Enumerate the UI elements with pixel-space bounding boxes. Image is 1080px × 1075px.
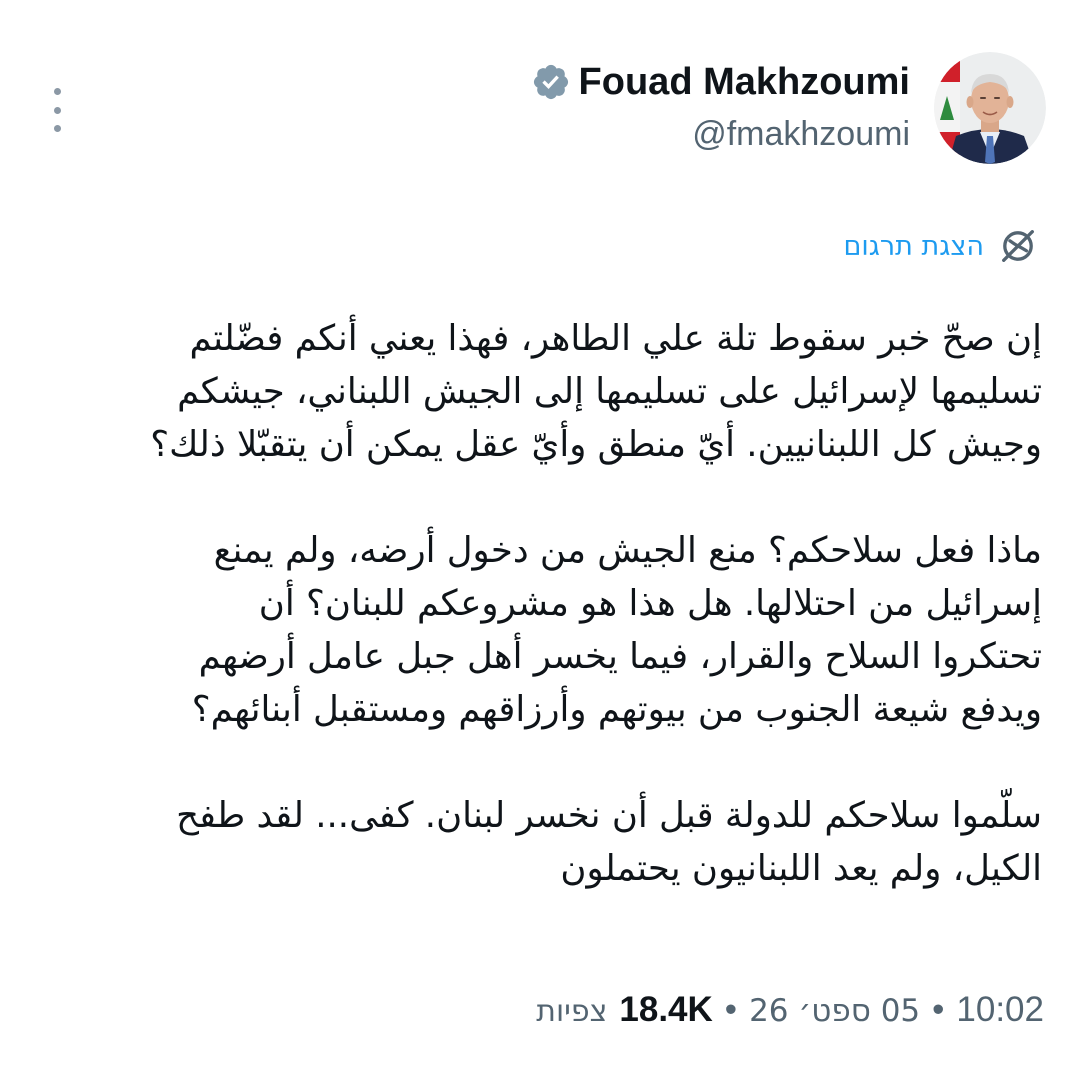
author-names: Fouad Makhzoumi @fmakhzoumi — [531, 60, 910, 155]
meta-separator: • — [932, 990, 945, 1029]
avatar-image — [934, 52, 1046, 164]
translate-globe-icon — [1002, 230, 1034, 262]
tweet-metadata: צפיות 18.4K • 05 ספט׳ 26 • 10:02 — [536, 990, 1044, 1030]
avatar[interactable] — [934, 52, 1046, 164]
tweet-paragraph: سلّموا سلاحكم للدولة قبل أن نخسر لبنان. … — [176, 795, 1042, 889]
verified-badge-icon — [533, 65, 568, 100]
show-translation-button[interactable]: הצגת תרגום — [844, 224, 1041, 268]
tweet-paragraph: إن صحّ خبر سقوط تلة علي الطاهر، فهذا يعن… — [150, 318, 1042, 465]
author-display-name: Fouad Makhzoumi — [578, 60, 910, 103]
author-name-row[interactable]: Fouad Makhzoumi — [531, 60, 910, 104]
author-header: Fouad Makhzoumi @fmakhzoumi — [531, 52, 1046, 164]
views-label: צפיות — [536, 994, 608, 1029]
show-translation-label: הצגת תרגום — [843, 230, 985, 262]
tweet-paragraph: ماذا فعل سلاحكم؟ منع الجيش من دخول أرضه،… — [191, 530, 1042, 730]
tweet-text: إن صحّ خبر سقوط تلة علي الطاهر، فهذا يعن… — [30, 312, 1042, 895]
views-count[interactable]: 18.4K — [619, 990, 712, 1030]
author-handle[interactable]: @fmakhzoumi — [692, 115, 910, 154]
more-vertical-icon-dot — [53, 125, 61, 132]
more-vertical-icon — [53, 88, 61, 95]
more-options-button[interactable] — [44, 88, 70, 132]
meta-separator: • — [724, 990, 738, 1029]
tweet-date[interactable]: 05 ספט׳ 26 — [749, 993, 920, 1029]
more-vertical-icon-dot — [53, 106, 61, 114]
tweet-time[interactable]: 10:02 — [956, 990, 1044, 1030]
